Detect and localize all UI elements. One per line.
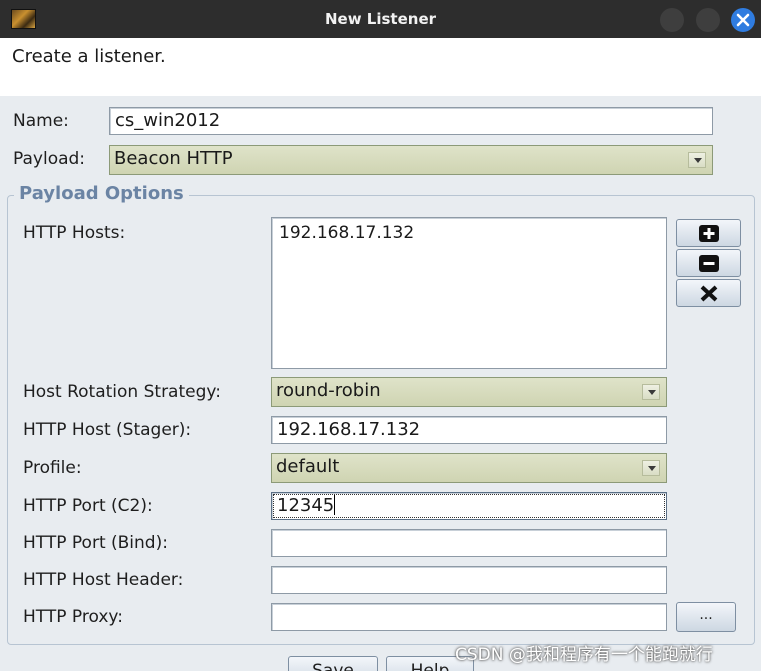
stager-host-label: HTTP Host (Stager): — [23, 420, 192, 440]
http-hosts-label: HTTP Hosts: — [23, 223, 126, 243]
port-c2-value: 12345 — [277, 495, 335, 516]
proxy-label: HTTP Proxy: — [23, 607, 123, 627]
proxy-input[interactable] — [271, 603, 667, 631]
port-c2-input[interactable]: 12345 — [271, 492, 667, 520]
name-label: Name: — [13, 111, 69, 131]
dialog-description: Create a listener. — [12, 46, 166, 67]
add-host-button[interactable] — [676, 219, 741, 247]
plus-icon — [699, 225, 719, 242]
payload-select-value: Beacon HTTP — [114, 148, 233, 169]
port-bind-input[interactable] — [271, 529, 667, 557]
host-rotation-label: Host Rotation Strategy: — [23, 382, 221, 402]
payload-select[interactable]: Beacon HTTP — [109, 145, 713, 175]
csdn-watermark: CSDN @我和程序有一个能跑就行 — [455, 645, 713, 665]
host-rotation-select[interactable]: round-robin — [271, 377, 667, 407]
port-c2-label: HTTP Port (C2): — [23, 496, 153, 516]
chevron-down-icon — [642, 460, 660, 476]
stager-host-input[interactable]: 192.168.17.132 — [271, 416, 667, 444]
close-icon — [736, 13, 750, 27]
payload-options-title: Payload Options — [14, 183, 189, 204]
maximize-button[interactable] — [696, 8, 720, 32]
minus-icon — [699, 255, 719, 272]
title-bar: New Listener — [0, 0, 761, 38]
clear-hosts-button[interactable] — [676, 279, 741, 307]
description-panel: Create a listener. — [0, 38, 761, 96]
text-caret — [334, 495, 336, 515]
profile-select[interactable]: default — [271, 453, 667, 483]
name-input[interactable]: cs_win2012 — [109, 107, 713, 135]
close-button[interactable] — [731, 8, 755, 32]
host-header-label: HTTP Host Header: — [23, 570, 184, 590]
list-item[interactable]: 192.168.17.132 — [279, 223, 414, 243]
http-hosts-list[interactable]: 192.168.17.132 — [271, 217, 667, 369]
profile-label: Profile: — [23, 458, 82, 478]
payload-label: Payload: — [13, 149, 86, 169]
port-bind-label: HTTP Port (Bind): — [23, 533, 168, 553]
profile-value: default — [276, 456, 340, 477]
window-title: New Listener — [324, 10, 437, 28]
minimize-button[interactable] — [660, 8, 684, 32]
save-button[interactable]: Save — [288, 656, 378, 671]
host-rotation-value: round-robin — [276, 380, 381, 401]
proxy-settings-button[interactable]: ... — [676, 602, 736, 632]
remove-host-button[interactable] — [676, 249, 741, 277]
chevron-down-icon — [642, 384, 660, 400]
chevron-down-icon — [688, 152, 706, 168]
new-listener-dialog: New Listener Create a listener. Name: cs… — [0, 0, 761, 671]
host-header-input[interactable] — [271, 566, 667, 594]
x-icon — [700, 285, 718, 302]
